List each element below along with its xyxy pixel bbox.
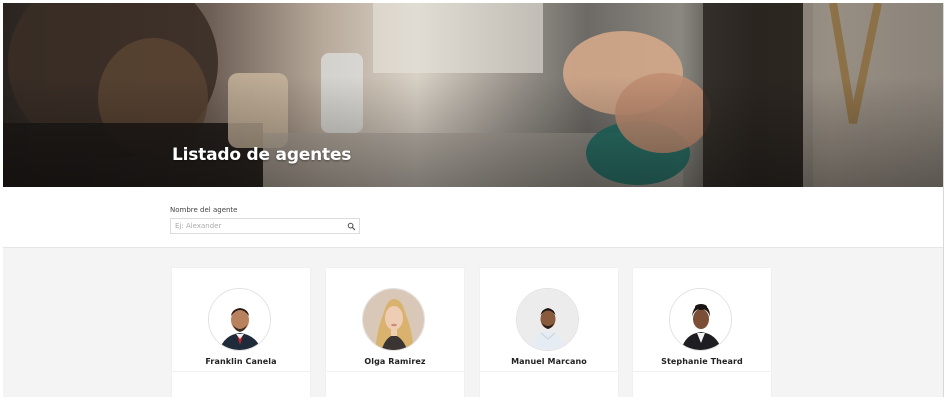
agent-card[interactable]: Stephanie Theard: [633, 268, 771, 397]
card-divider: [172, 371, 310, 372]
agent-avatar: [208, 288, 271, 351]
agent-card[interactable]: Manuel Marcano: [480, 268, 618, 397]
agent-name: Stephanie Theard: [661, 357, 743, 366]
agent-avatar: [362, 288, 425, 351]
card-divider: [480, 371, 618, 372]
agent-name: Manuel Marcano: [511, 357, 587, 366]
agent-card[interactable]: Olga Ramirez: [326, 268, 464, 397]
agent-photo: [363, 289, 424, 350]
agent-card[interactable]: Franklin Canela: [172, 268, 310, 397]
page-frame: Listado de agentes Nombre del agente Ej:…: [3, 3, 944, 397]
search-box: [170, 218, 360, 234]
agent-photo: [209, 289, 270, 350]
page-title: Listado de agentes: [172, 145, 352, 165]
agent-avatar: [669, 288, 732, 351]
agent-avatar: [516, 288, 579, 351]
agents-list: Franklin Canela Olga Ramirez Manuel Marc…: [3, 247, 943, 397]
search-section: Nombre del agente: [3, 187, 943, 247]
hero-banner: Listado de agentes: [3, 3, 943, 187]
agent-name: Franklin Canela: [205, 357, 277, 366]
hero-overlay: [3, 3, 943, 187]
card-divider: [633, 371, 771, 372]
agent-photo: [517, 289, 578, 350]
search-icon[interactable]: [347, 222, 356, 231]
card-divider: [326, 371, 464, 372]
agent-name: Olga Ramirez: [364, 357, 426, 366]
search-label: Nombre del agente: [170, 206, 238, 214]
agent-name-search-input[interactable]: [175, 220, 345, 232]
agent-photo: [670, 289, 731, 350]
